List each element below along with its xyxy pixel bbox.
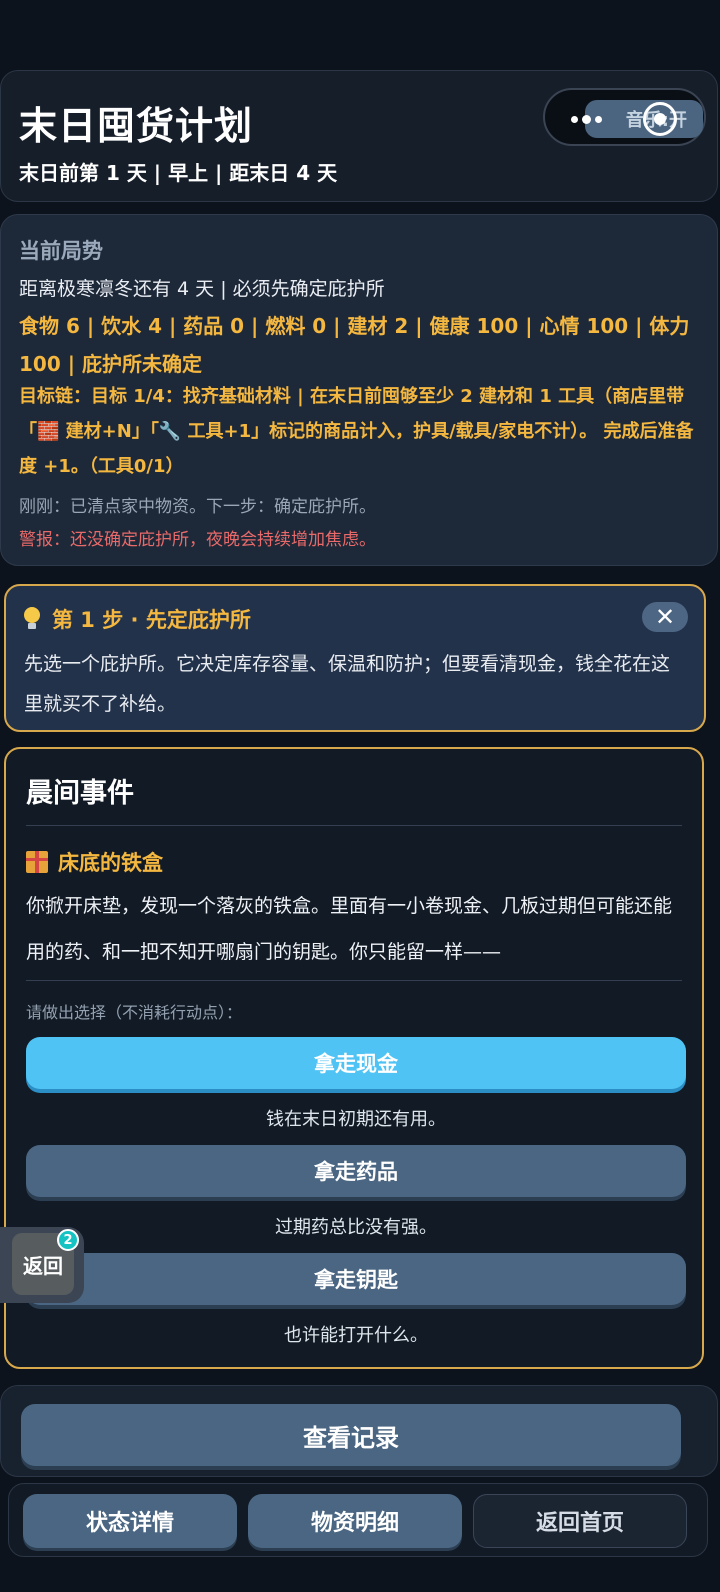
view-log-button[interactable]: 查看记录 bbox=[21, 1404, 681, 1466]
choice-take-key-button[interactable]: 拿走钥匙 bbox=[26, 1253, 686, 1305]
log-card: 查看记录 bbox=[0, 1385, 718, 1477]
choice-take-cash-button[interactable]: 拿走现金 bbox=[26, 1037, 686, 1089]
day-info: 末日前第 1 天 | 早上 | 距末日 4 天 bbox=[19, 161, 338, 185]
choice-hint: 过期药总比没有强。 bbox=[275, 1217, 437, 1238]
lightbulb-icon bbox=[24, 607, 40, 631]
status-section-title: 当前局势 bbox=[19, 239, 103, 263]
status-card: 当前局势 距离极寒凛冬还有 4 天 | 必须先确定庇护所 食物 6 | 饮水 4… bbox=[0, 214, 718, 566]
choice-prompt: 请做出选择（不消耗行动点）： bbox=[26, 1003, 243, 1022]
page-title: 末日囤货计划 bbox=[19, 104, 254, 148]
notification-badge: 2 bbox=[57, 1229, 79, 1251]
tip-title-text: 第 1 步 · 先定庇护所 bbox=[52, 608, 251, 632]
bottom-nav: 状态详情 物资明细 返回首页 bbox=[8, 1483, 708, 1557]
header-card: 末日囤货计划 末日前第 1 天 | 早上 | 距末日 4 天 音乐:开 bbox=[0, 70, 718, 202]
tip-close-button[interactable]: ✕ bbox=[642, 602, 688, 632]
tip-body: 先选一个庇护所。它决定库存容量、保温和防护；但要看清现金，钱全花在这里就买不了补… bbox=[24, 653, 671, 715]
more-icon[interactable] bbox=[571, 115, 602, 124]
divider bbox=[26, 980, 682, 981]
return-home-button[interactable]: 返回首页 bbox=[473, 1494, 687, 1548]
event-section-title: 晨间事件 bbox=[26, 778, 134, 809]
goal-chain: 目标链：目标 1/4：找齐基础材料 | 在末日前囤够至少 2 建材和 1 工具（… bbox=[19, 386, 694, 477]
gift-icon bbox=[26, 851, 48, 873]
supplies-details-button[interactable]: 物资明细 bbox=[248, 1494, 462, 1548]
choice-hint: 也许能打开什么。 bbox=[284, 1325, 428, 1346]
winter-countdown: 距离极寒凛冬还有 4 天 | 必须先确定庇护所 bbox=[19, 278, 385, 300]
choice-take-medicine-button[interactable]: 拿走药品 bbox=[26, 1145, 686, 1197]
status-details-button[interactable]: 状态详情 bbox=[23, 1494, 237, 1548]
tip-title: 第 1 步 · 先定庇护所 bbox=[24, 604, 251, 634]
floating-return-button[interactable]: 返回 2 bbox=[0, 1227, 84, 1303]
miniprogram-capsule: 音乐:开 bbox=[543, 88, 706, 146]
event-card: 晨间事件 床底的铁盒 你掀开床垫，发现一个落灰的铁盒。里面有一小卷现金、几板过期… bbox=[4, 747, 704, 1369]
event-description: 你掀开床垫，发现一个落灰的铁盒。里面有一小卷现金、几板过期但可能还能用的药、和一… bbox=[26, 895, 673, 963]
status-bar-spacer bbox=[0, 0, 720, 70]
tip-card: 第 1 步 · 先定庇护所 先选一个庇护所。它决定库存容量、保温和防护；但要看清… bbox=[4, 584, 706, 732]
warning-text: 警报：还没确定庇护所，夜晚会持续增加焦虑。 bbox=[19, 530, 376, 550]
event-name-text: 床底的铁盒 bbox=[58, 851, 163, 875]
choice-hint: 钱在末日初期还有用。 bbox=[266, 1109, 446, 1130]
divider bbox=[26, 825, 682, 826]
close-circle-icon[interactable] bbox=[643, 102, 677, 136]
resources-summary: 食物 6 | 饮水 4 | 药品 0 | 燃料 0 | 建材 2 | 健康 10… bbox=[19, 314, 690, 376]
event-name: 床底的铁盒 bbox=[26, 847, 163, 877]
recent-action: 刚刚：已清点家中物资。下一步：确定庇护所。 bbox=[19, 497, 376, 517]
